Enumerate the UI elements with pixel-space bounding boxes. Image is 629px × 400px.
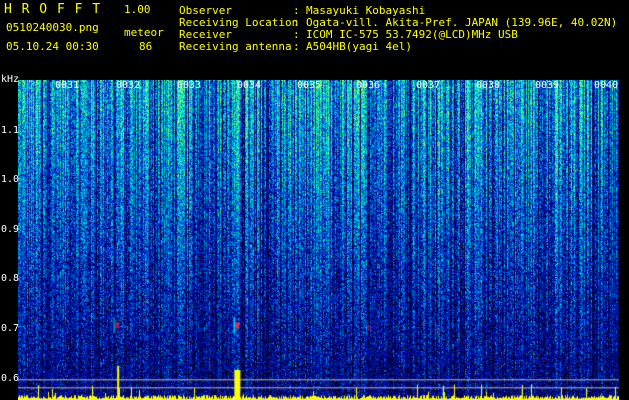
- y-tick-0-9: 0.9: [1, 224, 20, 235]
- x-tick-0034: 0034: [237, 80, 262, 91]
- x-tick-0032: 0032: [116, 80, 141, 91]
- info-value-receiver: ICOM IC-575 53.7492(@LCD)MHz USB: [306, 28, 518, 41]
- x-tick-0037: 0037: [416, 80, 441, 91]
- info-colon-receiver: :: [293, 28, 300, 41]
- info-label-antenna: Receiving antenna: [179, 40, 292, 53]
- info-label-location: Receiving Location: [179, 16, 299, 29]
- y-tick-1-1: 1.1: [1, 125, 20, 136]
- info-colon-location: :: [293, 16, 300, 29]
- x-tick-0031: 0031: [55, 80, 80, 91]
- x-tick-0039: 0039: [535, 80, 560, 91]
- app-version: 1.00: [124, 3, 151, 16]
- info-value-antenna: A504HB(yagi 4el): [306, 40, 412, 53]
- counter-label: meteor: [124, 26, 164, 39]
- info-value-location: Ogata-vill. Akita-Pref. JAPAN (139.96E, …: [306, 16, 618, 29]
- y-axis-unit: kHz: [1, 74, 20, 85]
- info-label-receiver: Receiver: [179, 28, 232, 41]
- y-tick-0-8: 0.8: [1, 273, 20, 284]
- file-timestamp: 05.10.24 00:30: [6, 40, 99, 53]
- x-tick-0035: 0035: [297, 80, 322, 91]
- y-tick-0-7: 0.7: [1, 323, 20, 334]
- spectrogram: [18, 80, 619, 400]
- info-label-observer: Observer: [179, 4, 232, 17]
- hroft-window: { "app": { "title": "H R O F F T", "vers…: [0, 0, 629, 400]
- meteor-count: 86: [139, 40, 153, 53]
- y-tick-1-0: 1.0: [1, 174, 20, 185]
- x-tick-0038: 0038: [476, 80, 501, 91]
- info-colon-observer: :: [293, 4, 300, 17]
- app-title: H R O F F T: [4, 2, 102, 17]
- x-tick-0040: 0040: [594, 80, 619, 91]
- info-colon-antenna: :: [293, 40, 300, 53]
- x-tick-0036: 0036: [356, 80, 381, 91]
- file-name: 0510240030.png: [6, 21, 99, 34]
- y-tick-0-6: 0.6: [1, 373, 20, 384]
- x-tick-0033: 0033: [177, 80, 202, 91]
- info-value-observer: Masayuki Kobayashi: [306, 4, 426, 17]
